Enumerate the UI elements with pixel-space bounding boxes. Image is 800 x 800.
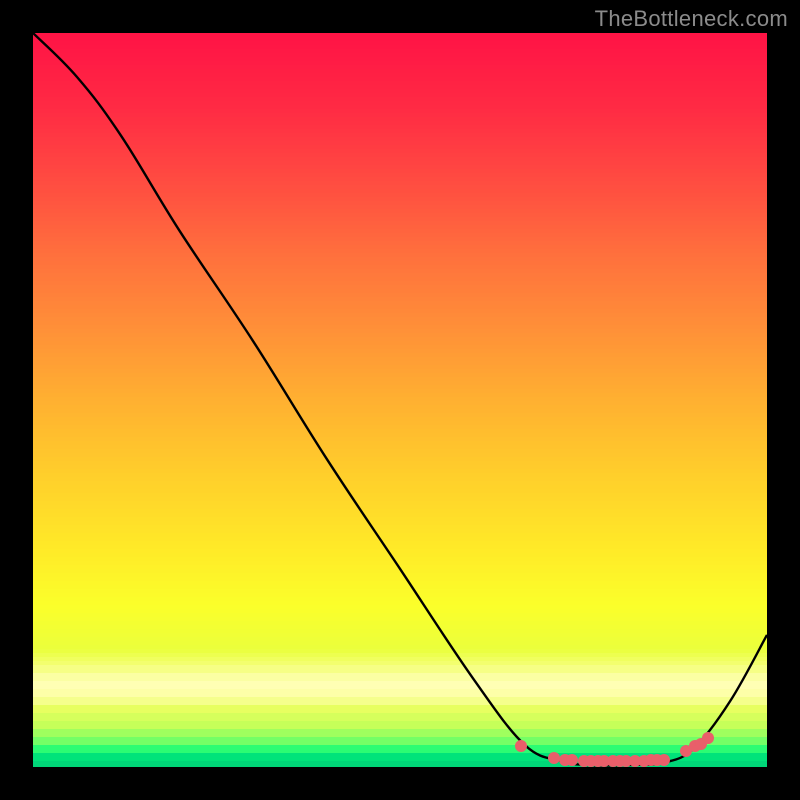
- background-gradient: [33, 33, 767, 767]
- marker-dot: [658, 754, 670, 766]
- marker-dot: [702, 732, 714, 744]
- watermark-text: TheBottleneck.com: [595, 6, 788, 32]
- chart-frame: TheBottleneck.com: [0, 0, 800, 800]
- plot-area: [33, 33, 767, 767]
